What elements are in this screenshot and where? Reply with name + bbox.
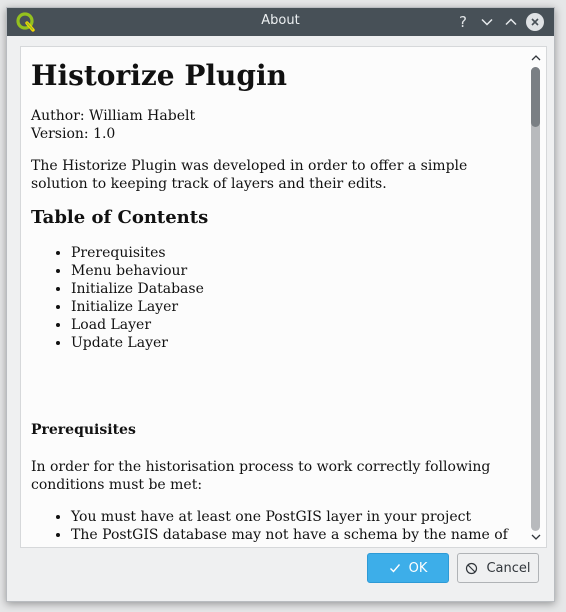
- help-text-browser[interactable]: Historize Plugin Author: William Habelt …: [20, 46, 547, 548]
- maximize-button[interactable]: [501, 12, 521, 32]
- check-icon: [389, 564, 400, 573]
- toc-item[interactable]: Prerequisites: [71, 244, 521, 262]
- prereq-intro: In order for the historisation process t…: [31, 458, 491, 493]
- scroll-down-icon[interactable]: [529, 531, 543, 543]
- document-body: Historize Plugin Author: William Habelt …: [31, 47, 521, 547]
- version-line: Version: 1.0: [31, 125, 116, 142]
- toc-list: Prerequisites Menu behaviour Initialize …: [31, 244, 521, 352]
- toc-heading: Table of Contents: [31, 206, 209, 228]
- prereq-heading: Prerequisites: [31, 421, 136, 438]
- chevron-up-icon: [505, 18, 517, 26]
- close-icon: [531, 18, 539, 26]
- doc-heading: Historize Plugin: [31, 59, 287, 92]
- title-bar[interactable]: About ?: [7, 8, 554, 36]
- toc-item[interactable]: Load Layer: [71, 316, 521, 334]
- toc-item[interactable]: Update Layer: [71, 334, 521, 352]
- close-button[interactable]: [525, 12, 545, 32]
- prereq-item: You must have at least one PostGIS layer…: [71, 508, 521, 526]
- author-version: Author: William Habelt Version: 1.0: [31, 107, 521, 143]
- cancel-icon: [466, 562, 478, 574]
- toc-item[interactable]: Initialize Database: [71, 280, 521, 298]
- cancel-label: Cancel: [486, 560, 531, 576]
- scrollbar-track[interactable]: [531, 67, 540, 531]
- ok-button[interactable]: OK: [367, 553, 449, 583]
- toc-item[interactable]: Initialize Layer: [71, 298, 521, 316]
- ok-label: OK: [408, 560, 428, 576]
- vertical-scrollbar[interactable]: [526, 47, 546, 547]
- scrollbar-thumb[interactable]: [531, 67, 540, 127]
- chevron-down-icon: [481, 18, 493, 26]
- author-line: Author: William Habelt: [31, 107, 196, 124]
- toc-item[interactable]: Menu behaviour: [71, 262, 521, 280]
- scroll-up-icon[interactable]: [529, 52, 543, 64]
- about-dialog: About ? Historize Plugin Author: William…: [6, 7, 555, 602]
- help-icon[interactable]: ?: [453, 12, 473, 32]
- prereq-list: You must have at least one PostGIS layer…: [31, 508, 521, 544]
- cancel-button[interactable]: Cancel: [457, 553, 539, 583]
- intro-paragraph: The Historize Plugin was developed in or…: [31, 157, 468, 192]
- prereq-item: The PostGIS database may not have a sche…: [71, 526, 521, 544]
- minimize-button[interactable]: [477, 12, 497, 32]
